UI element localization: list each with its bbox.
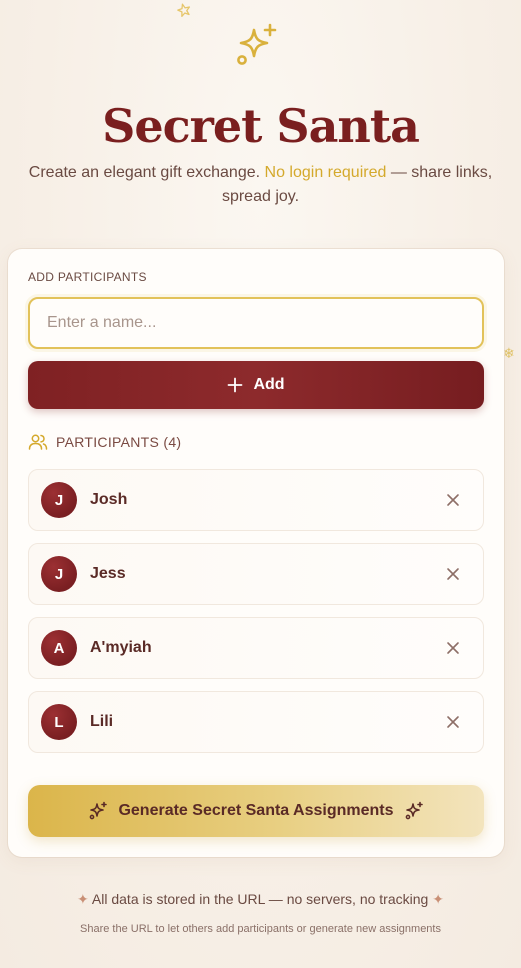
star-icon: ✦ <box>432 891 444 907</box>
avatar: L <box>41 704 77 740</box>
close-icon <box>447 494 459 506</box>
participant-row: J Josh <box>28 469 484 531</box>
participants-card: ADD PARTICIPANTS Add PARTICIPANTS (4) J … <box>8 249 504 857</box>
avatar: J <box>41 482 77 518</box>
participant-row: A A'myiah <box>28 617 484 679</box>
participant-name: Jess <box>90 565 126 582</box>
avatar: J <box>41 556 77 592</box>
sparkles-icon <box>237 23 277 65</box>
snowflake-icon: ❄ <box>503 346 515 362</box>
footer-privacy-text: All data is stored in the URL — no serve… <box>91 891 429 907</box>
participant-name: Lili <box>90 713 114 730</box>
users-icon <box>28 434 48 450</box>
footer-share-note: Share the URL to let others add particip… <box>80 923 441 935</box>
add-button[interactable]: Add <box>28 361 484 409</box>
participant-row: J Jess <box>28 543 484 605</box>
remove-participant-button[interactable] <box>439 560 467 588</box>
remove-participant-button[interactable] <box>439 486 467 514</box>
star-outline-icon <box>177 3 191 18</box>
generate-assignments-button[interactable]: Generate Secret Santa Assignments <box>28 785 484 837</box>
sparkles-icon <box>90 801 108 820</box>
participants-heading: PARTICIPANTS (4) <box>28 432 181 452</box>
sparkles-icon <box>405 801 423 820</box>
close-icon <box>447 716 459 728</box>
page-subtitle: Create an elegant gift exchange. No logi… <box>20 161 501 209</box>
avatar: A <box>41 630 77 666</box>
star-icon: ✦ <box>77 891 89 907</box>
subtitle-text: Create an elegant gift exchange. <box>28 164 261 181</box>
subtitle-accent: No login required <box>264 164 387 181</box>
close-icon <box>447 568 459 580</box>
footer-privacy-note: ✦ All data is stored in the URL — no ser… <box>0 891 521 908</box>
close-icon <box>447 642 459 654</box>
remove-participant-button[interactable] <box>439 708 467 736</box>
plus-icon <box>228 377 243 393</box>
participant-row: L Lili <box>28 691 484 753</box>
add-button-label: Add <box>253 376 285 393</box>
participants-count-label: PARTICIPANTS (4) <box>56 434 182 450</box>
name-input[interactable] <box>28 297 484 349</box>
page-title: Secret Santa <box>102 99 420 153</box>
participant-name: Josh <box>90 491 128 508</box>
remove-participant-button[interactable] <box>439 634 467 662</box>
generate-button-label: Generate Secret Santa Assignments <box>118 802 394 819</box>
participant-name: A'myiah <box>90 639 152 656</box>
add-participants-label: ADD PARTICIPANTS <box>28 270 147 284</box>
